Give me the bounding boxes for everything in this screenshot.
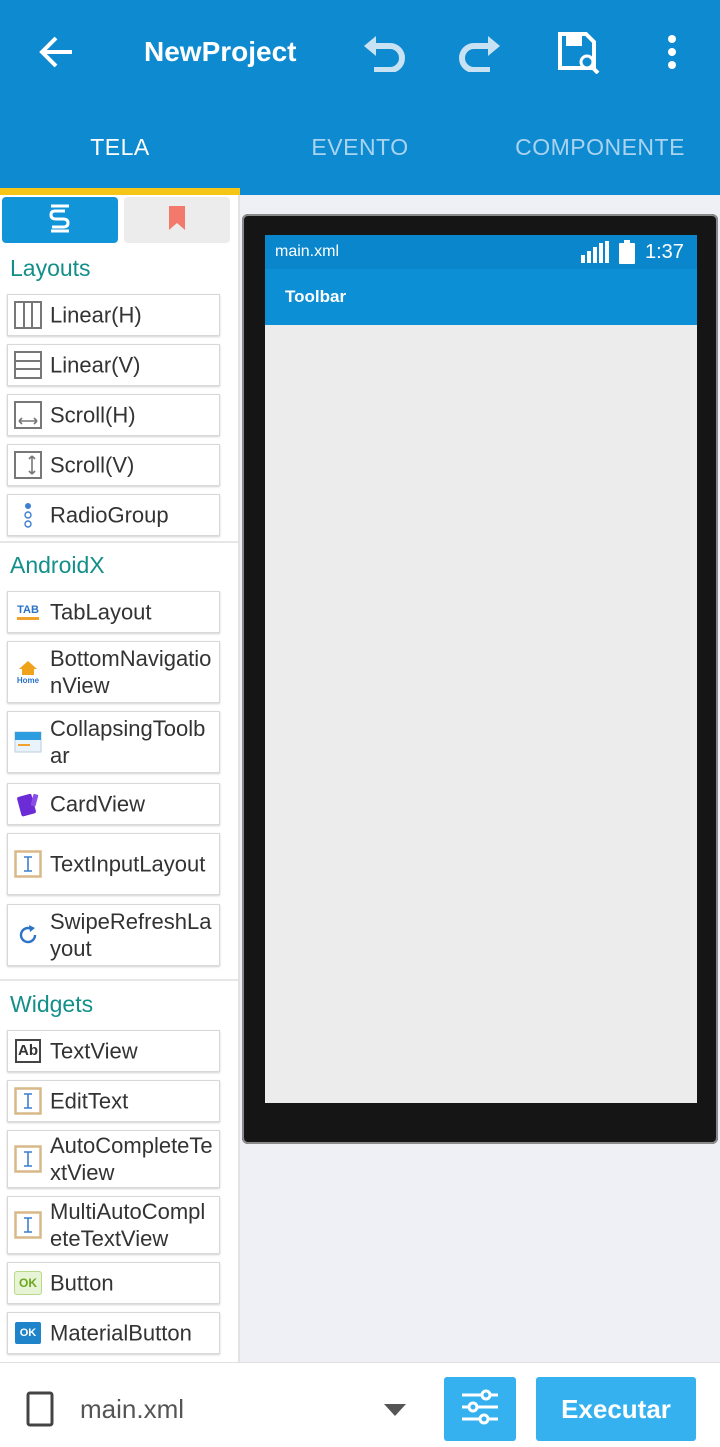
phone-screen[interactable] <box>265 235 697 1103</box>
palette-item-textview[interactable]: Ab TextView <box>7 1030 220 1072</box>
scroll-horizontal-icon <box>13 400 43 430</box>
undo-icon[interactable] <box>354 22 414 82</box>
preview-status-bar: main.xml 1:37 <box>265 235 697 269</box>
section-layouts: Layouts <box>10 255 91 281</box>
more-options-icon[interactable] <box>642 22 702 82</box>
section-androidx: AndroidX <box>10 552 105 578</box>
multiautocomplete-icon <box>13 1210 43 1240</box>
palette-tabs <box>2 197 230 243</box>
linear-vertical-icon <box>13 350 43 380</box>
section-divider <box>0 979 238 981</box>
layout-settings-button[interactable] <box>444 1377 516 1441</box>
edittext-icon <box>13 1086 43 1116</box>
palette-item-materialbutton[interactable]: OK MaterialButton <box>7 1312 220 1354</box>
app-bar: NewProject TELA EVENTO COMPONENTE <box>0 0 720 195</box>
palette-item-swiperefreshlayout[interactable]: SwipeRefreshLayout <box>7 904 220 966</box>
home-icon: Home <box>13 657 43 687</box>
radiogroup-icon <box>13 500 43 530</box>
textview-icon: Ab <box>13 1036 43 1066</box>
component-palette: Layouts Linear(H) Linear(V) Scroll(H) Sc… <box>0 195 240 1362</box>
palette-item-tablayout[interactable]: TAB TabLayout <box>7 591 220 633</box>
palette-item-linear-h[interactable]: Linear(H) <box>7 294 220 336</box>
card-icon <box>13 789 43 819</box>
material-button-icon: OK <box>13 1318 43 1348</box>
palette-item-multiautocompletetextview[interactable]: MultiAutoCompleteTextView <box>7 1196 220 1254</box>
palette-tab-components[interactable] <box>2 197 118 243</box>
bottom-bar: main.xml Executar <box>0 1362 720 1447</box>
tab-tela[interactable]: TELA <box>0 110 240 190</box>
linear-horizontal-icon <box>13 300 43 330</box>
palette-item-button[interactable]: OK Button <box>7 1262 220 1304</box>
preview-time: 1:37 <box>645 241 684 263</box>
autocomplete-icon <box>13 1144 43 1174</box>
battery-icon <box>619 240 635 269</box>
main-tabs: TELA EVENTO COMPONENTE <box>0 110 720 190</box>
tab-indicator <box>0 188 240 195</box>
preview-toolbar-title: Toolbar <box>285 287 347 306</box>
tab-layout-icon: TAB <box>13 597 43 627</box>
run-button[interactable]: Executar <box>536 1377 696 1441</box>
redo-icon[interactable] <box>450 22 510 82</box>
palette-item-scroll-v[interactable]: Scroll(V) <box>7 444 220 486</box>
palette-item-edittext[interactable]: EditText <box>7 1080 220 1122</box>
file-selector[interactable]: main.xml <box>70 1379 420 1439</box>
back-arrow-icon[interactable] <box>26 22 86 82</box>
sliders-icon <box>460 1389 500 1430</box>
palette-item-collapsingtoolbar[interactable]: CollapsingToolbar <box>7 711 220 773</box>
device-icon <box>26 1391 54 1432</box>
palette-item-bottomnavigationview[interactable]: Home BottomNavigationView <box>7 641 220 703</box>
bookmark-icon <box>168 205 186 236</box>
dropdown-arrow-icon <box>384 1403 406 1421</box>
preview-filename: main.xml <box>275 243 340 260</box>
palette-item-radiogroup[interactable]: RadioGroup <box>7 494 220 536</box>
preview-toolbar[interactable]: Toolbar <box>265 269 697 325</box>
section-divider <box>0 541 238 543</box>
palette-item-cardview[interactable]: CardView <box>7 783 220 825</box>
component-icon <box>49 203 71 238</box>
file-selector-label: main.xml <box>80 1394 185 1424</box>
palette-item-autocompletetextview[interactable]: AutoCompleteTextView <box>7 1130 220 1188</box>
tab-componente[interactable]: COMPONENTE <box>480 110 720 190</box>
collapsing-toolbar-icon <box>13 727 43 757</box>
palette-item-linear-v[interactable]: Linear(V) <box>7 344 220 386</box>
palette-item-scroll-h[interactable]: Scroll(H) <box>7 394 220 436</box>
save-icon[interactable] <box>548 22 608 82</box>
scroll-vertical-icon <box>13 450 43 480</box>
refresh-icon <box>13 920 43 950</box>
section-widgets: Widgets <box>10 991 94 1017</box>
text-input-icon <box>13 849 43 879</box>
button-icon: OK <box>13 1268 43 1298</box>
palette-tab-bookmarks[interactable] <box>124 197 230 243</box>
palette-item-textinputlayout[interactable]: TextInputLayout <box>7 833 220 895</box>
tab-evento[interactable]: EVENTO <box>240 110 480 190</box>
signal-icon <box>581 241 609 268</box>
project-title: NewProject <box>144 36 297 67</box>
